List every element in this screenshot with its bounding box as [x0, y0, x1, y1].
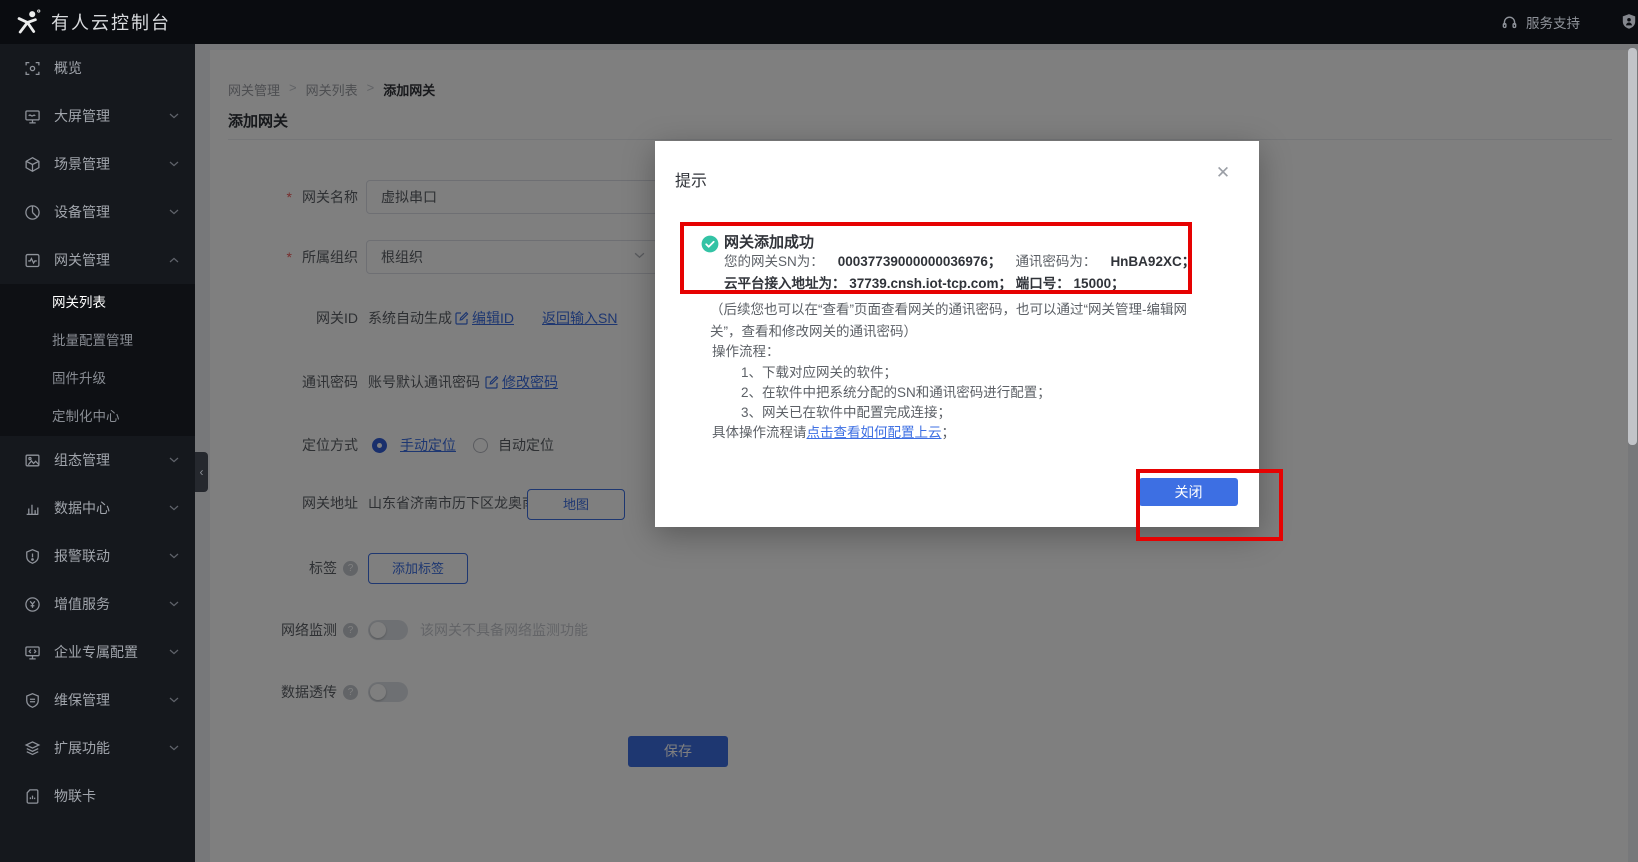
gateway-icon	[24, 252, 41, 269]
sidebar-item-label: 组态管理	[54, 450, 169, 470]
value-service-icon	[24, 596, 41, 613]
sidebar-item-label: 设备管理	[54, 202, 169, 222]
sidebar-item-label: 物联卡	[54, 786, 179, 806]
overview-icon	[24, 60, 41, 77]
steps-title: 操作流程：	[712, 343, 780, 360]
gateway-submenu: 网关列表 批量配置管理 固件升级 定制化中心	[0, 284, 195, 436]
step-2: 2、在软件中把系统分配的SN和通讯密码进行配置；	[741, 384, 1051, 401]
submenu-item-batch-config[interactable]: 批量配置管理	[0, 322, 195, 360]
config-guide-link[interactable]: 点击查看如何配置上云	[807, 425, 942, 440]
sidebar-item-label: 网关管理	[54, 250, 169, 270]
submenu-item-gateway-list[interactable]: 网关列表	[0, 284, 195, 322]
submenu-item-customization-center[interactable]: 定制化中心	[0, 398, 195, 436]
chevron-down-icon	[169, 161, 179, 167]
sidebar-item-device-mgmt[interactable]: 设备管理	[0, 188, 195, 236]
chevron-up-icon	[169, 257, 179, 263]
password-note: （后续您也可以在“查看”页面查看网关的通讯密码，也可以通过“网关管理-编辑网关”…	[710, 299, 1214, 343]
alarm-icon	[24, 548, 41, 565]
sidebar-item-iot-card[interactable]: 物联卡	[0, 772, 195, 820]
app-title: 有人云控制台	[51, 9, 171, 35]
service-support-button[interactable]: 服务支持	[1501, 12, 1580, 32]
annotation-box-success-info	[680, 222, 1192, 294]
headset-icon	[1501, 14, 1518, 31]
guide-link-line: 具体操作流程请点击查看如何配置上云；	[712, 424, 955, 441]
sidebar-item-label: 数据中心	[54, 498, 169, 518]
bar-chart-icon	[24, 500, 41, 517]
sidebar-item-label: 大屏管理	[54, 106, 169, 126]
chevron-down-icon	[169, 697, 179, 703]
account-shield-icon[interactable]	[1620, 13, 1638, 31]
chevron-down-icon	[169, 745, 179, 751]
dialog-close-icon[interactable]: ✕	[1211, 161, 1235, 185]
step-3: 3、网关已在软件中配置完成连接；	[741, 404, 951, 421]
sidebar-item-gateway-mgmt[interactable]: 网关管理	[0, 236, 195, 284]
sidebar-item-screen-mgmt[interactable]: 大屏管理	[0, 92, 195, 140]
sidebar-item-enterprise-config[interactable]: 企业专属配置	[0, 628, 195, 676]
image-icon	[24, 452, 41, 469]
sidebar-item-alarm-linkage[interactable]: 报警联动	[0, 532, 195, 580]
guide-link-prefix: 具体操作流程请	[712, 425, 807, 440]
sidebar-item-label: 概览	[54, 58, 179, 78]
pie-chart-icon	[24, 204, 41, 221]
chevron-down-icon	[169, 113, 179, 119]
submenu-item-firmware-upgrade[interactable]: 固件升级	[0, 360, 195, 398]
sidebar-item-label: 场景管理	[54, 154, 169, 174]
chevron-down-icon	[169, 457, 179, 463]
sim-card-icon	[24, 788, 41, 805]
sidebar-item-label: 企业专属配置	[54, 642, 169, 662]
dialog-title: 提示	[675, 167, 707, 191]
sidebar-item-label: 扩展功能	[54, 738, 169, 758]
big-screen-icon	[24, 108, 41, 125]
chevron-down-icon	[169, 505, 179, 511]
layers-icon	[24, 740, 41, 757]
chevron-down-icon	[169, 649, 179, 655]
cube-icon	[24, 156, 41, 173]
guide-link-suffix: ；	[942, 425, 956, 440]
top-header: 有人云控制台 服务支持	[0, 0, 1638, 44]
step-1: 1、下载对应网关的软件；	[741, 364, 897, 381]
sidebar-item-label: 维保管理	[54, 690, 169, 710]
service-support-label: 服务支持	[1526, 12, 1580, 32]
enterprise-monitor-icon	[24, 644, 41, 661]
sidebar-item-label: 报警联动	[54, 546, 169, 566]
sidebar-item-scene-mgmt[interactable]: 场景管理	[0, 140, 195, 188]
sidebar-nav: 概览 大屏管理 场景管理 设备管理 网关管理 网关列表 批量配置管理 固件升级 …	[0, 44, 195, 862]
chevron-down-icon	[169, 601, 179, 607]
sidebar-item-maintenance-mgmt[interactable]: 维保管理	[0, 676, 195, 724]
sidebar-item-label: 增值服务	[54, 594, 169, 614]
annotation-box-close-button	[1136, 469, 1283, 541]
shield-icon	[24, 692, 41, 709]
chevron-down-icon	[169, 209, 179, 215]
sidebar-item-data-center[interactable]: 数据中心	[0, 484, 195, 532]
sidebar-item-value-added-services[interactable]: 增值服务	[0, 580, 195, 628]
sidebar-item-extensions[interactable]: 扩展功能	[0, 724, 195, 772]
sidebar-item-scada-mgmt[interactable]: 组态管理	[0, 436, 195, 484]
sidebar-item-overview[interactable]: 概览	[0, 44, 195, 92]
vertical-scrollbar-thumb[interactable]	[1628, 48, 1637, 445]
chevron-down-icon	[169, 553, 179, 559]
usr-running-man-logo	[14, 9, 41, 36]
sidebar-collapse-handle[interactable]: ‹	[195, 452, 208, 492]
